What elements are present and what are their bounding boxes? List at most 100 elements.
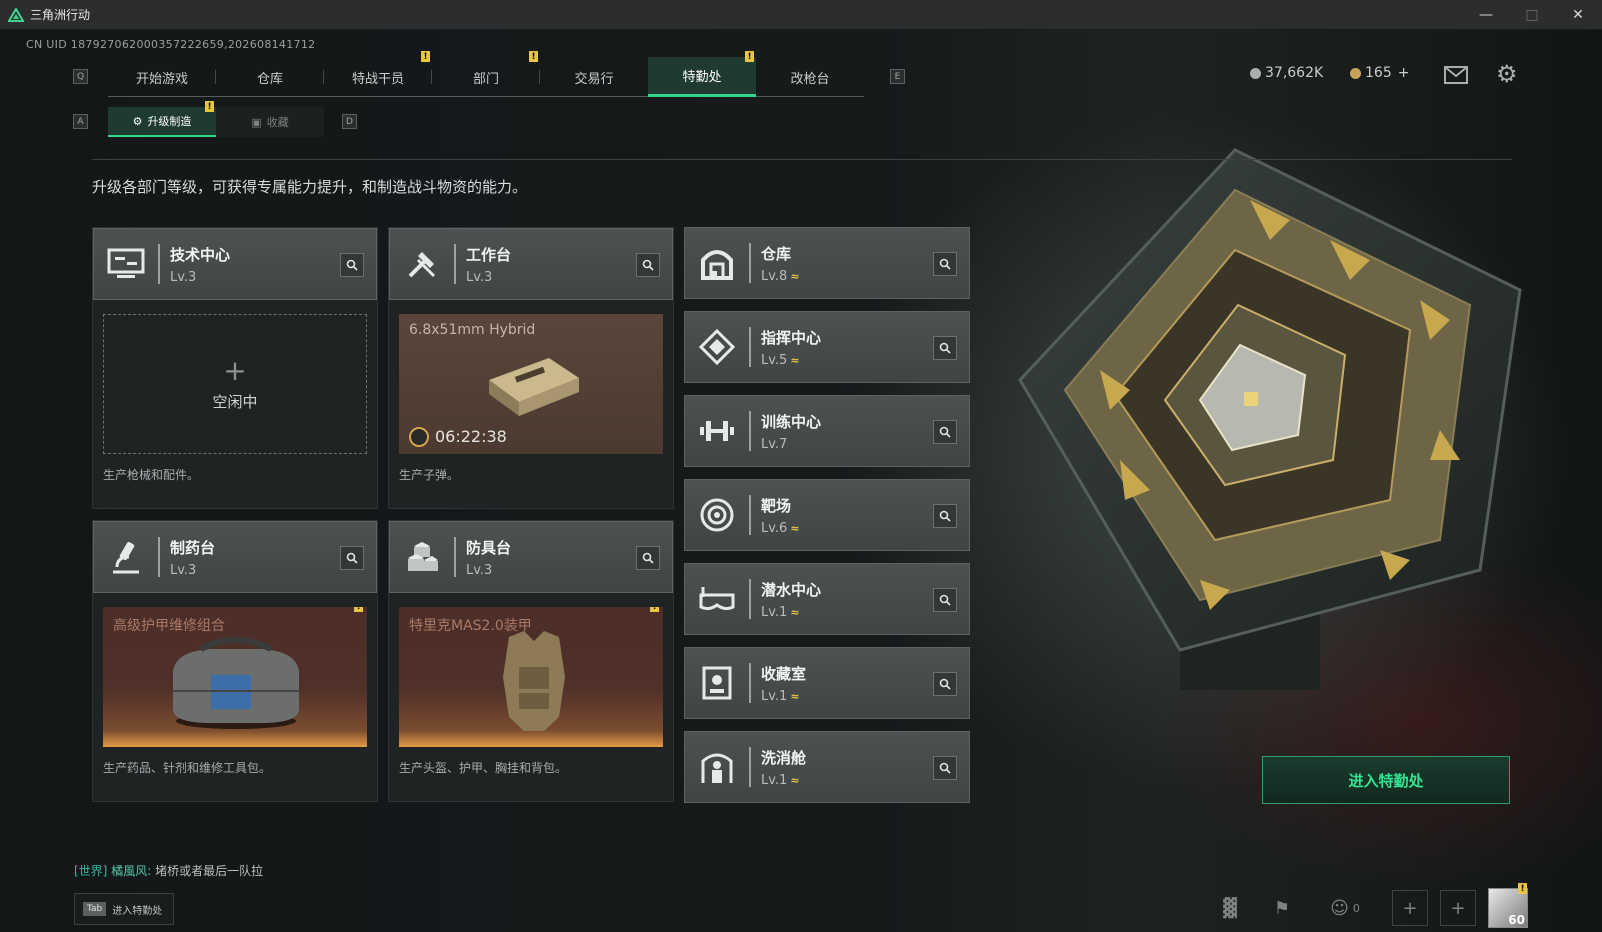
decon-chamber-icon	[685, 731, 749, 803]
facility-level: Lv.7	[761, 436, 788, 452]
flag-icon[interactable]: ⚑	[1264, 890, 1300, 926]
station-level: Lv.3	[466, 269, 493, 285]
facility-warehouse[interactable]: 仓库 Lv.8 ≈	[684, 227, 970, 300]
notification-badge: !	[1518, 883, 1527, 894]
search-icon[interactable]	[933, 504, 957, 528]
tab-gunsmith[interactable]: 改枪台	[756, 57, 864, 97]
facility-level: Lv.8	[761, 268, 788, 284]
next-tab-key[interactable]: E	[890, 69, 905, 84]
next-subtab-key[interactable]: D	[342, 114, 357, 129]
station-header[interactable]: 工作台 Lv.3	[389, 228, 673, 300]
prev-tab-key[interactable]: Q	[73, 69, 88, 84]
tab-trading[interactable]: 交易行	[540, 57, 648, 97]
station-card-pharma[interactable]: 制药台 Lv.3 高级护甲维修组合 ! 生产药品、针剂和维修工具包。	[92, 520, 378, 802]
header-divider	[454, 244, 456, 284]
header-divider	[749, 579, 751, 619]
notification-badge: !	[354, 607, 363, 612]
friends-icon[interactable]: ☺ 0	[1320, 890, 1370, 926]
add-currency-icon[interactable]: +	[1398, 65, 1410, 81]
search-icon[interactable]	[933, 336, 957, 360]
facility-name: 靶场	[761, 496, 792, 515]
facility-diving-center[interactable]: 潜水中心 Lv.1 ≈	[684, 563, 970, 636]
search-icon[interactable]	[340, 253, 364, 277]
station-header[interactable]: 训练中心 Lv.7	[684, 395, 970, 467]
settings-gear-icon[interactable]: ⚙	[1496, 60, 1518, 88]
search-icon[interactable]	[636, 253, 660, 277]
friends-count: 0	[1352, 901, 1360, 915]
station-description: 生产头盔、护甲、胸挂和背包。	[399, 761, 568, 775]
page-description: 升级各部门等级，可获得专属能力提升，和制造战斗物资的能力。	[92, 178, 528, 196]
maximize-button[interactable]: □	[1510, 0, 1554, 30]
station-header[interactable]: 技术中心 Lv.3	[93, 228, 377, 300]
display-case-icon	[685, 647, 749, 719]
tab-warehouse[interactable]: 仓库	[216, 57, 324, 97]
production-slot[interactable]: 特里克MAS2.0装甲 !	[399, 607, 663, 747]
station-header[interactable]: 指挥中心 Lv.5 ≈	[684, 311, 970, 383]
search-icon[interactable]	[933, 756, 957, 780]
facility-name: 收藏室	[761, 664, 807, 683]
enter-special-ops-button[interactable]: 进入特勤处	[1262, 756, 1510, 804]
facility-collection-room[interactable]: 收藏室 Lv.1 ≈	[684, 647, 970, 720]
station-header[interactable]: 收藏室 Lv.1 ≈	[684, 647, 970, 719]
station-header[interactable]: 靶场 Lv.6 ≈	[684, 479, 970, 551]
search-icon[interactable]	[933, 672, 957, 696]
close-button[interactable]: ✕	[1556, 0, 1600, 30]
boxes-icon	[390, 521, 454, 593]
search-icon[interactable]	[933, 252, 957, 276]
station-description: 生产枪械和配件。	[103, 468, 200, 482]
headquarters-cube-illustration	[1018, 148, 1522, 690]
mail-icon[interactable]	[1444, 66, 1468, 84]
station-header[interactable]: 洗消舱 Lv.1 ≈	[684, 731, 970, 803]
player-avatar[interactable]: ! 60	[1488, 883, 1528, 928]
station-header[interactable]: 制药台 Lv.3	[93, 521, 377, 593]
station-card-armor[interactable]: 防具台 Lv.3 特里克MAS2.0装甲 ! 生产头盔、护甲、胸挂和背包。	[388, 520, 674, 802]
facility-level: Lv.1	[761, 772, 788, 788]
player-level: 60	[1508, 913, 1525, 927]
facility-shooting-range[interactable]: 靶场 Lv.6 ≈	[684, 479, 970, 552]
search-icon[interactable]	[933, 588, 957, 612]
facility-command-center[interactable]: 指挥中心 Lv.5 ≈	[684, 311, 970, 384]
station-header[interactable]: 仓库 Lv.8 ≈	[684, 227, 970, 299]
subtab-collect[interactable]: ▣ 收藏	[216, 107, 324, 137]
station-header[interactable]: 潜水中心 Lv.1 ≈	[684, 563, 970, 635]
search-icon[interactable]	[933, 420, 957, 444]
search-icon[interactable]	[636, 546, 660, 570]
divider	[92, 159, 1512, 160]
hangar-icon	[685, 227, 749, 299]
station-card-workbench[interactable]: 工作台 Lv.3 6.8x51mm Hybrid 06:22:38 生产子弹。	[388, 227, 674, 509]
body-armor-image	[503, 631, 565, 731]
gem-balance[interactable]: 165 +	[1350, 65, 1409, 81]
minimize-button[interactable]: —	[1464, 0, 1508, 30]
notification-badge: !	[745, 51, 754, 62]
production-slot[interactable]: 6.8x51mm Hybrid 06:22:38	[399, 314, 663, 454]
facility-decon-chamber[interactable]: 洗消舱 Lv.1 ≈	[684, 731, 970, 804]
tab-start-game[interactable]: 开始游戏	[108, 57, 216, 97]
station-name: 工作台	[466, 245, 512, 264]
header-divider	[749, 495, 751, 535]
user-uid: CN UID 1879270620003572226​59,2026081417…	[26, 38, 316, 51]
dumbbell-icon	[685, 395, 749, 467]
search-icon[interactable]	[340, 546, 364, 570]
stats-chart-icon[interactable]: ▓	[1212, 890, 1248, 926]
station-header[interactable]: 防具台 Lv.3	[389, 521, 673, 593]
tab-special-ops[interactable]: 特勤处!	[648, 51, 756, 97]
facility-training-center[interactable]: 训练中心 Lv.7	[684, 395, 970, 468]
production-slot[interactable]: 高级护甲维修组合 !	[103, 607, 367, 747]
tab-hint[interactable]: Tab 进入特勤处	[74, 893, 174, 925]
prev-subtab-key[interactable]: A	[73, 114, 88, 129]
subtab-upgrade-craft[interactable]: ⚙ 升级制造 !	[108, 101, 216, 137]
ammo-box-image	[489, 358, 579, 416]
upgrade-available-icon: ≈	[790, 689, 800, 703]
facility-name: 指挥中心	[761, 328, 822, 347]
tab-departments[interactable]: 部门!	[432, 51, 540, 97]
station-card-tech[interactable]: 技术中心 Lv.3 + 空闲中 生产枪械和配件。	[92, 227, 378, 509]
tab-operators[interactable]: 特战干员!	[324, 51, 432, 97]
idle-slot[interactable]: + 空闲中	[103, 314, 367, 454]
upgrade-available-icon: ≈	[790, 605, 800, 619]
repair-kit-bag-image	[173, 637, 299, 729]
add-friend-slot-icon[interactable]: +	[1392, 890, 1428, 926]
timer-icon	[409, 427, 429, 447]
coin-balance: 37,662K	[1250, 65, 1323, 81]
world-chat-line[interactable]: [世界] 橘風风: 堵桥或者最后一队拉	[74, 862, 263, 879]
add-friend-slot-icon[interactable]: +	[1440, 890, 1476, 926]
